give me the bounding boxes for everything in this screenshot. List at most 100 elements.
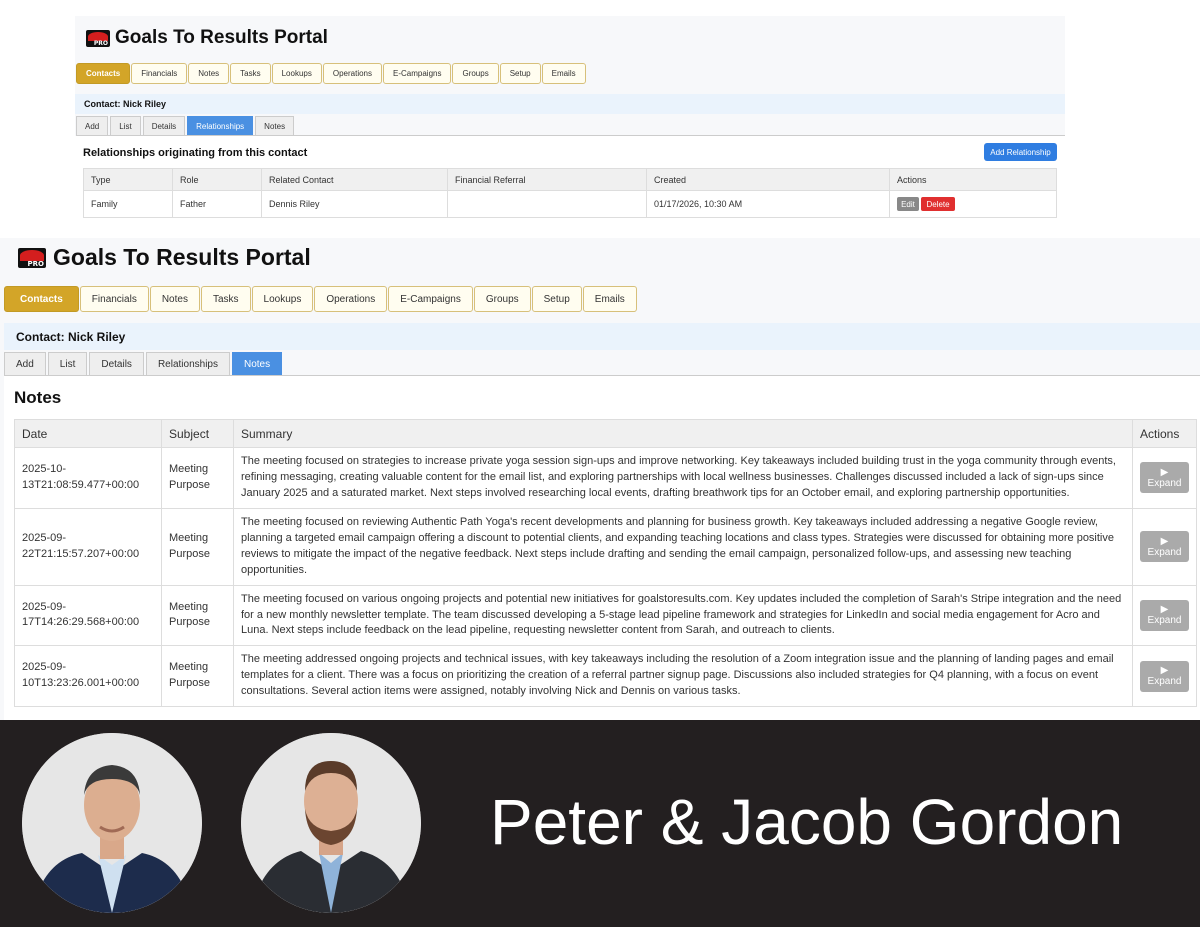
edit-button[interactable]: Edit (897, 197, 919, 211)
subtab-list[interactable]: List (47, 352, 88, 375)
presenters-banner: Peter & Jacob Gordon (0, 720, 1200, 927)
cell-summary: The meeting focused on various ongoing p… (233, 584, 1133, 647)
presenter-names: Peter & Jacob Gordon (490, 786, 1124, 858)
col-related-contact: Related Contact (261, 168, 448, 191)
subtab-add[interactable]: Add (76, 116, 109, 135)
expand-label: Expand (1147, 546, 1182, 558)
notes-table: Date Subject Summary Actions 2025-10- 13T… (14, 419, 1197, 708)
delete-button[interactable]: Delete (921, 197, 955, 211)
subtab-relationships[interactable]: Relationships (145, 352, 230, 375)
menu-setup[interactable]: Setup (499, 63, 541, 84)
relationships-panel: Relationships originating from this cont… (75, 136, 1065, 238)
expand-button[interactable]: ▶ Expand (1140, 660, 1189, 692)
menu-tasks[interactable]: Tasks (200, 286, 251, 312)
expand-label: Expand (1147, 615, 1182, 627)
cell-subject: Meeting Purpose (161, 447, 234, 509)
cell-date: 2025-09- 17T14:26:29.568+00:00 (14, 584, 162, 647)
play-icon: ▶ (1160, 535, 1169, 547)
menu-notes[interactable]: Notes (149, 286, 200, 312)
subtab-relationships[interactable]: Relationships (187, 116, 254, 135)
cell-summary: The meeting addressed ongoing projects a… (233, 645, 1133, 708)
menu-e-campaigns[interactable]: E-Campaigns (388, 286, 473, 312)
subject-part-2: Purpose (169, 547, 210, 560)
pro-logo-icon: PRO (86, 29, 110, 47)
section-title: Notes (14, 388, 62, 407)
col-date: Date (14, 419, 162, 448)
menu-lookups[interactable]: Lookups (271, 63, 322, 84)
subtab-notes[interactable]: Notes (255, 116, 295, 135)
menu-emails[interactable]: Emails (582, 286, 637, 312)
portrait-photo-icon (241, 733, 421, 913)
menu-operations[interactable]: Operations (322, 63, 382, 84)
pro-logo-icon: PRO (18, 247, 46, 268)
menu-financials[interactable]: Financials (79, 286, 149, 312)
col-actions: Actions (889, 168, 1057, 191)
add-relationship-button[interactable]: Add Relationship (984, 143, 1057, 161)
app-header: PRO Goals To Results Portal (86, 27, 328, 49)
main-menu: Contacts Financials Notes Tasks Lookups … (4, 286, 638, 312)
subject-part-2: Purpose (169, 677, 210, 690)
col-type: Type (83, 168, 173, 191)
play-icon: ▶ (1160, 604, 1169, 616)
subtab-details[interactable]: Details (89, 352, 144, 375)
menu-contacts[interactable]: Contacts (4, 286, 79, 312)
menu-financials[interactable]: Financials (131, 63, 188, 84)
date-part-2: 17T14:26:29.568+00:00 (22, 616, 140, 629)
menu-operations[interactable]: Operations (314, 286, 388, 312)
subtab-notes[interactable]: Notes (231, 352, 283, 375)
col-actions: Actions (1132, 419, 1197, 448)
subject-part-1: Meeting (169, 661, 209, 674)
menu-emails[interactable]: Emails (541, 63, 586, 84)
cell-subject: Meeting Purpose (161, 584, 234, 647)
cell-actions: ▶ Expand (1132, 447, 1197, 509)
date-part-1: 2025-09- (22, 531, 67, 544)
contact-subtabs: Add List Details Relationships Notes (76, 116, 1065, 136)
table-header-row: Date Subject Summary Actions (14, 419, 1197, 448)
subject-part-1: Meeting (169, 531, 209, 544)
col-summary: Summary (233, 419, 1133, 448)
avatar (241, 733, 421, 913)
date-part-2: 22T21:15:57.207+00:00 (22, 547, 140, 560)
cell-role: Father (172, 190, 262, 218)
menu-groups[interactable]: Groups (473, 286, 531, 312)
menu-e-campaigns[interactable]: E-Campaigns (383, 63, 452, 84)
cell-date: 2025-09- 22T21:15:57.207+00:00 (14, 507, 162, 586)
menu-setup[interactable]: Setup (531, 286, 582, 312)
date-part-1: 2025-09- (22, 600, 67, 613)
subtab-list[interactable]: List (110, 116, 141, 135)
subtab-add[interactable]: Add (4, 352, 46, 375)
expand-button[interactable]: ▶ Expand (1140, 531, 1189, 563)
expand-button[interactable]: ▶ Expand (1140, 462, 1189, 494)
contact-subtabs: Add List Details Relationships Notes (4, 352, 1200, 376)
table-row: 2025-10- 13T21:08:59.477+00:00 Meeting Pur… (14, 447, 1197, 509)
subject-part-2: Purpose (169, 478, 210, 491)
cell-subject: Meeting Purpose (161, 507, 234, 586)
cell-actions: ▶ Expand (1132, 584, 1197, 647)
subtab-details[interactable]: Details (142, 116, 186, 135)
contact-heading: Contact: Nick Riley (75, 94, 1065, 114)
cell-actions: ▶ Expand (1132, 507, 1197, 586)
main-menu: Contacts Financials Notes Tasks Lookups … (76, 63, 587, 84)
menu-contacts[interactable]: Contacts (76, 63, 131, 84)
table-row: 2025-09- 22T21:15:57.207+00:00 Meeting Pur… (14, 507, 1197, 586)
app-title: Goals To Results Portal (115, 27, 328, 48)
cell-related-contact: Dennis Riley (261, 190, 448, 218)
table-row: 2025-09- 17T14:26:29.568+00:00 Meeting Pur… (14, 584, 1197, 647)
menu-groups[interactable]: Groups (452, 63, 499, 84)
col-role: Role (172, 168, 262, 191)
subject-part-2: Purpose (169, 616, 210, 629)
notes-portal-window: PRO Goals To Results Portal Contacts Fin… (0, 238, 1200, 720)
cell-summary: The meeting focused on reviewing Authent… (233, 507, 1133, 586)
subject-part-1: Meeting (169, 462, 209, 475)
menu-notes[interactable]: Notes (188, 63, 230, 84)
menu-tasks[interactable]: Tasks (230, 63, 271, 84)
cell-actions: Edit Delete (889, 190, 1057, 218)
cell-date: 2025-10- 13T21:08:59.477+00:00 (14, 447, 162, 509)
cell-financial-referral (447, 190, 647, 218)
section-title: Relationships originating from this cont… (83, 147, 308, 159)
table-row: 2025-09- 10T13:23:26.001+00:00 Meeting Pur… (14, 645, 1197, 708)
expand-button[interactable]: ▶ Expand (1140, 599, 1189, 631)
date-part-1: 2025-10- (22, 462, 67, 475)
menu-lookups[interactable]: Lookups (251, 286, 314, 312)
play-icon: ▶ (1160, 466, 1169, 478)
